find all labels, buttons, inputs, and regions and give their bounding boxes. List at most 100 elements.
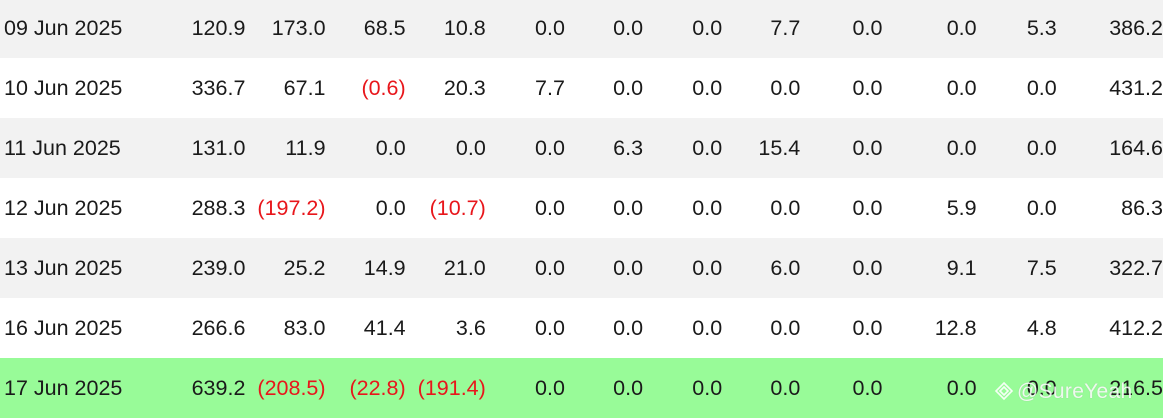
value-cell: 0.0 <box>722 178 801 238</box>
value-cell: 0.0 <box>800 298 883 358</box>
value-cell: 83.0 <box>245 298 326 358</box>
value-cell: 68.5 <box>325 0 406 58</box>
value-cell-negative: (191.4) <box>405 358 486 418</box>
value-cell: 21.0 <box>405 238 486 298</box>
value-cell: 0.0 <box>405 118 486 178</box>
value-cell: 0.0 <box>564 58 644 118</box>
value-cell: 67.1 <box>245 58 326 118</box>
value-cell: 0.0 <box>564 0 644 58</box>
value-cell: 0.0 <box>564 178 644 238</box>
value-cell: 0.0 <box>800 238 883 298</box>
table-body: 09 Jun 2025 120.9 173.0 68.5 10.8 0.0 0.0 0.0 7.… <box>0 0 1163 418</box>
value-cell: 10.8 <box>405 0 486 58</box>
value-cell: 86.3 <box>1056 178 1163 238</box>
value-cell: 0.0 <box>643 0 723 58</box>
date-cell: 13 Jun 2025 <box>0 238 137 298</box>
value-cell: 9.1 <box>882 238 977 298</box>
value-cell: 0.0 <box>976 118 1057 178</box>
value-cell: 0.0 <box>485 238 565 298</box>
value-cell: 288.3 <box>136 178 246 238</box>
value-cell: 5.3 <box>976 0 1057 58</box>
value-cell: 0.0 <box>485 118 565 178</box>
value-cell: 0.0 <box>800 0 883 58</box>
value-cell: 0.0 <box>485 178 565 238</box>
value-cell-negative: (10.7) <box>405 178 486 238</box>
value-cell: 7.7 <box>722 0 801 58</box>
value-cell: 0.0 <box>643 298 723 358</box>
table-row: 12 Jun 2025 288.3 (197.2) 0.0 (10.7) 0.0 0.0 0.… <box>0 178 1163 238</box>
value-cell: 0.0 <box>325 178 406 238</box>
value-cell: 4.8 <box>976 298 1057 358</box>
value-cell: 12.8 <box>882 298 977 358</box>
value-cell: 164.6 <box>1056 118 1163 178</box>
value-cell: 120.9 <box>136 0 246 58</box>
fund-flow-table: 09 Jun 2025 120.9 173.0 68.5 10.8 0.0 0.0 0.0 7.… <box>0 0 1163 418</box>
value-cell: 25.2 <box>245 238 326 298</box>
value-cell: 0.0 <box>564 238 644 298</box>
value-cell: 173.0 <box>245 0 326 58</box>
value-cell: 0.0 <box>722 358 801 418</box>
table-row: 11 Jun 2025 131.0 11.9 0.0 0.0 0.0 6.3 0.0 15.4 0… <box>0 118 1163 178</box>
value-cell: 0.0 <box>882 358 977 418</box>
table-row: 09 Jun 2025 120.9 173.0 68.5 10.8 0.0 0.0 0.0 7.… <box>0 0 1163 58</box>
value-cell: 0.0 <box>325 118 406 178</box>
value-cell-negative: (22.8) <box>325 358 406 418</box>
value-cell: 0.0 <box>643 178 723 238</box>
value-cell: 336.7 <box>136 58 246 118</box>
value-cell: 0.0 <box>643 238 723 298</box>
value-cell: 0.0 <box>485 0 565 58</box>
value-cell: 431.2 <box>1056 58 1163 118</box>
date-cell: 11 Jun 2025 <box>0 118 137 178</box>
value-cell-negative: (197.2) <box>245 178 326 238</box>
value-cell: 0.0 <box>643 118 723 178</box>
value-cell: 386.2 <box>1056 0 1163 58</box>
date-cell: 10 Jun 2025 <box>0 58 137 118</box>
value-cell: 0.0 <box>564 298 644 358</box>
value-cell-negative: (208.5) <box>245 358 326 418</box>
value-cell: 0.0 <box>722 58 801 118</box>
value-cell: 0.0 <box>800 118 883 178</box>
value-cell: 266.6 <box>136 298 246 358</box>
value-cell-negative: (0.6) <box>325 58 406 118</box>
value-cell: 0.0 <box>976 178 1057 238</box>
table-row-highlighted: 17 Jun 2025 639.2 (208.5) (22.8) (191.4) 0.0 0… <box>0 358 1163 418</box>
value-cell: 0.0 <box>882 58 977 118</box>
value-cell: 20.3 <box>405 58 486 118</box>
value-cell: 41.4 <box>325 298 406 358</box>
date-cell: 17 Jun 2025 <box>0 358 137 418</box>
value-cell: 0.0 <box>722 298 801 358</box>
table-row: 10 Jun 2025 336.7 67.1 (0.6) 20.3 7.7 0.0 0.0 0.… <box>0 58 1163 118</box>
value-cell: 0.0 <box>882 0 977 58</box>
date-cell: 12 Jun 2025 <box>0 178 137 238</box>
value-cell: 322.7 <box>1056 238 1163 298</box>
value-cell: 6.3 <box>564 118 644 178</box>
value-cell: 239.0 <box>136 238 246 298</box>
table-row: 16 Jun 2025 266.6 83.0 41.4 3.6 0.0 0.0 0.0 0.0 0… <box>0 298 1163 358</box>
value-cell: 14.9 <box>325 238 406 298</box>
value-cell: 5.9 <box>882 178 977 238</box>
watermark: @SureYeah <box>994 380 1133 404</box>
value-cell: 0.0 <box>485 358 565 418</box>
value-cell: 15.4 <box>722 118 801 178</box>
table-row: 13 Jun 2025 239.0 25.2 14.9 21.0 0.0 0.0 0.0 6.0… <box>0 238 1163 298</box>
value-cell: 0.0 <box>485 298 565 358</box>
date-cell: 16 Jun 2025 <box>0 298 137 358</box>
value-cell: 639.2 <box>136 358 246 418</box>
value-cell: 7.5 <box>976 238 1057 298</box>
value-cell: 0.0 <box>800 358 883 418</box>
value-cell: 0.0 <box>976 58 1057 118</box>
value-cell: 7.7 <box>485 58 565 118</box>
value-cell: 0.0 <box>882 118 977 178</box>
value-cell: 412.2 <box>1056 298 1163 358</box>
value-cell: 0.0 <box>800 58 883 118</box>
value-cell: 131.0 <box>136 118 246 178</box>
value-cell: 0.0 <box>643 358 723 418</box>
value-cell: 0.0 <box>564 358 644 418</box>
date-cell: 09 Jun 2025 <box>0 0 137 58</box>
watermark-logo-icon <box>994 381 1014 401</box>
value-cell: 6.0 <box>722 238 801 298</box>
value-cell: 0.0 <box>800 178 883 238</box>
value-cell: 3.6 <box>405 298 486 358</box>
value-cell: 11.9 <box>245 118 326 178</box>
watermark-text: @SureYeah <box>1017 380 1133 403</box>
